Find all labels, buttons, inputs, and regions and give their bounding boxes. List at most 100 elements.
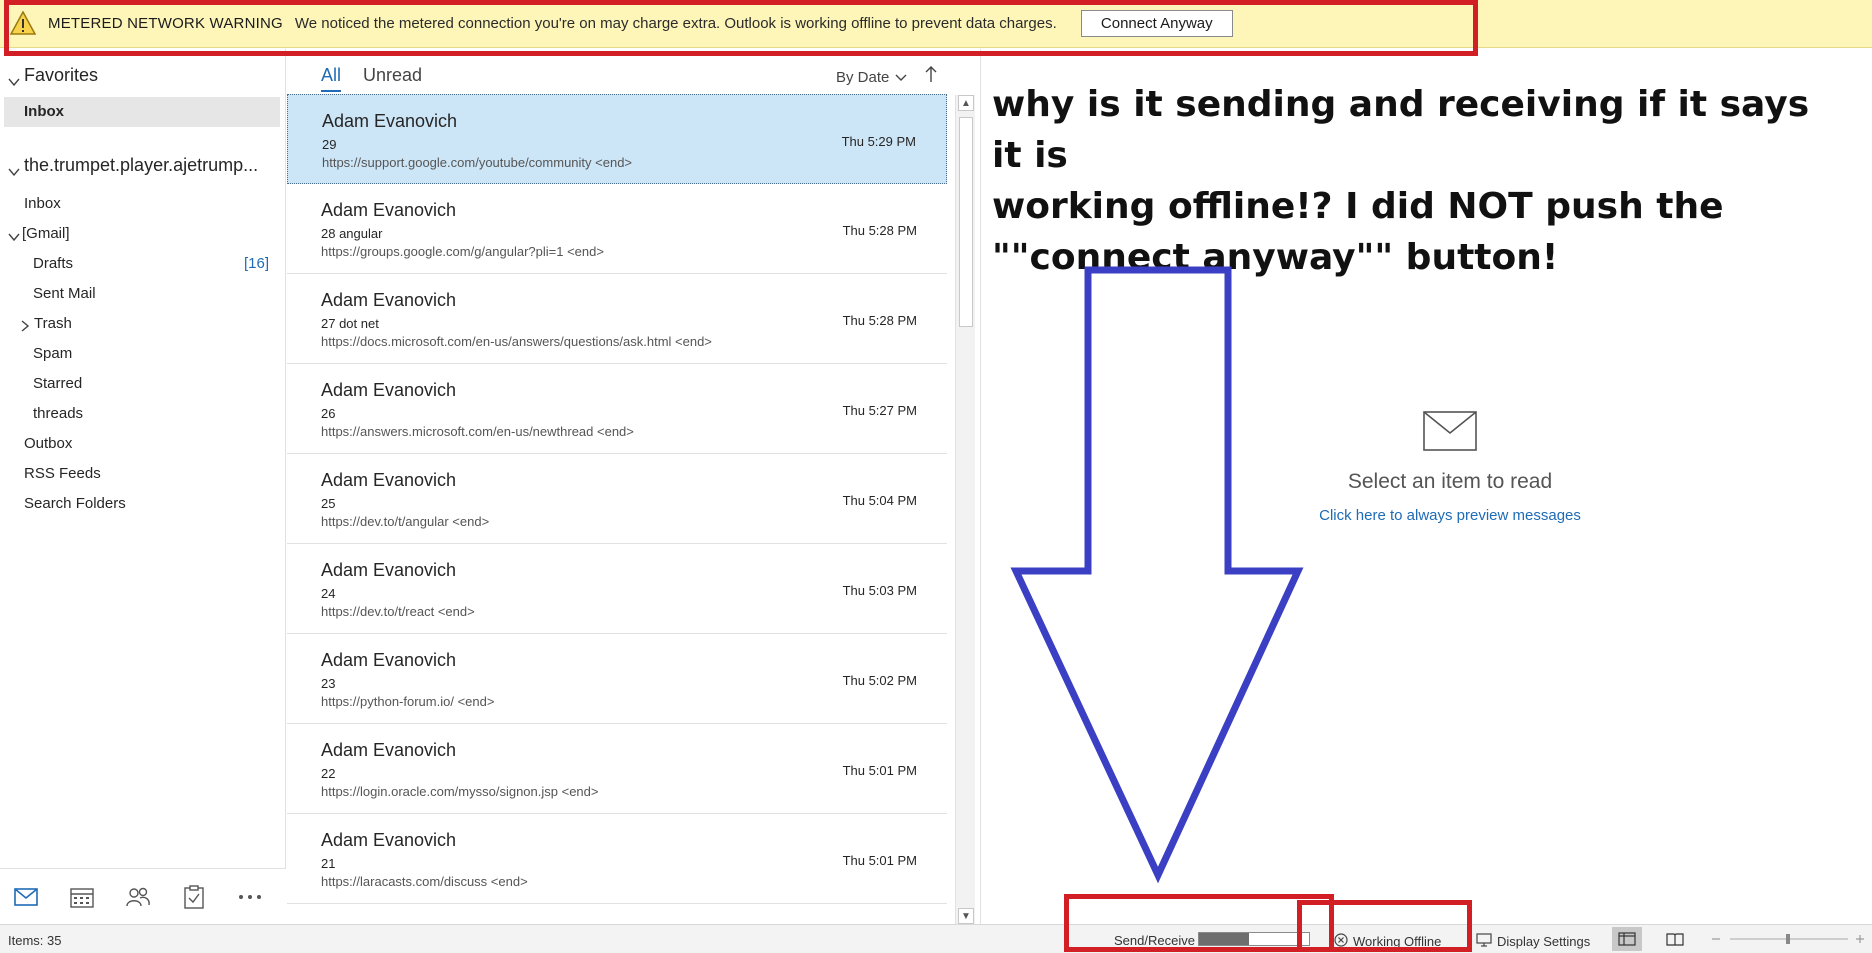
folder-gmail[interactable]: [Gmail] [8,225,70,242]
message-subject: 21 [321,856,336,871]
chevron-right-icon [20,319,30,332]
message-preview: https://login.oracle.com/mysso/signon.js… [321,784,599,799]
message-subject: 24 [321,586,336,601]
monitor-settings-icon [1476,933,1492,950]
zoom-slider[interactable] [1708,931,1868,947]
folder-search-folders[interactable]: Search Folders [24,495,126,512]
account-header[interactable]: the.trumpet.player.ajetrump... [8,155,278,176]
annotation-line: why is it sending and receiving if it sa… [992,84,1810,176]
folder-gmail-label: [Gmail] [22,225,70,242]
message-preview: https://dev.to/t/react <end> [321,604,475,619]
folder-trash-label: Trash [34,315,72,332]
folder-sent-mail[interactable]: Sent Mail [33,285,96,302]
message-row[interactable]: Adam Evanovich 23 https://python-forum.i… [287,634,947,724]
reading-view-icon[interactable] [1660,927,1690,951]
envelope-icon [1423,411,1477,451]
status-bar: Items: 35 Send/Receive Working Offline D… [0,924,1872,953]
message-row[interactable]: Adam Evanovich 28 angular https://groups… [287,184,947,274]
message-subject: 22 [321,766,336,781]
always-preview-link[interactable]: Click here to always preview messages [1282,507,1618,524]
sort-by-dropdown[interactable]: By Date [836,69,907,86]
folder-trash[interactable]: Trash [20,315,72,332]
display-settings-label: Display Settings [1497,934,1591,949]
normal-view-icon[interactable] [1612,927,1642,951]
message-sender: Adam Evanovich [321,290,457,310]
message-subject: 25 [321,496,336,511]
folder-outbox[interactable]: Outbox [24,435,72,452]
scroll-down-arrow-icon[interactable]: ▼ [958,908,974,924]
filter-tabs: All Unread [321,65,422,92]
message-sender: Adam Evanovich [321,740,457,760]
message-time: Thu 5:01 PM [842,763,917,778]
message-preview: https://groups.google.com/g/angular?pli=… [321,244,604,259]
red-highlight-box-working-offline [1297,900,1472,952]
message-time: Thu 5:28 PM [842,313,917,328]
message-sender: Adam Evanovich [321,470,457,490]
message-preview: https://laracasts.com/discuss <end> [321,874,528,889]
display-settings-button[interactable]: Display Settings [1476,933,1590,950]
folder-rss-feeds[interactable]: RSS Feeds [24,465,101,482]
tab-unread[interactable]: Unread [363,65,422,92]
module-nav-bar [0,868,286,924]
folder-pane: Favorites Inbox the.trumpet.player.ajetr… [0,49,286,869]
calendar-icon[interactable] [68,883,96,911]
favorites-header[interactable]: Favorites [8,65,98,86]
message-time: Thu 5:01 PM [842,853,917,868]
message-row[interactable]: Adam Evanovich 22 https://login.oracle.c… [287,724,947,814]
red-highlight-box-warning [4,0,1478,56]
message-preview: https://support.google.com/youtube/commu… [322,155,633,170]
scroll-thumb[interactable] [959,117,973,327]
blue-down-arrow-annotation [1010,266,1304,884]
message-subject: 26 [321,406,336,421]
message-sender: Adam Evanovich [321,380,457,400]
select-item-message: Select an item to read [1347,470,1553,493]
message-row[interactable]: Adam Evanovich 21 https://laracasts.com/… [287,814,947,904]
folder-inbox[interactable]: Inbox [24,195,61,212]
message-row[interactable]: Adam Evanovich 29 https://support.google… [287,94,947,184]
favorites-inbox[interactable]: Inbox [4,97,280,127]
message-preview: https://answers.microsoft.com/en-us/newt… [321,424,634,439]
people-icon[interactable] [124,883,152,911]
annotation-line: working offline!? I did NOT push the [992,186,1724,227]
message-list-scrollbar[interactable]: ▲ ▼ [955,95,975,924]
folder-drafts-label: Drafts [33,255,74,272]
sort-direction-arrow-icon[interactable] [925,65,937,88]
scroll-up-arrow-icon[interactable]: ▲ [958,95,974,111]
chevron-down-icon [8,71,20,86]
folder-threads[interactable]: threads [33,405,83,422]
mail-icon[interactable] [12,883,40,911]
chevron-down-icon [895,69,907,86]
message-row[interactable]: Adam Evanovich 26 https://answers.micros… [287,364,947,454]
message-list-pane: All Unread By Date Adam Evanovich 29 htt… [287,49,981,924]
message-time: Thu 5:04 PM [842,493,917,508]
message-subject: 28 angular [321,226,383,241]
message-list: Adam Evanovich 29 https://support.google… [287,94,947,924]
message-time: Thu 5:03 PM [842,583,917,598]
message-sender: Adam Evanovich [321,650,457,670]
message-sender: Adam Evanovich [322,111,458,131]
chevron-down-icon [8,229,20,241]
chevron-down-icon [8,161,20,176]
folder-spam[interactable]: Spam [33,345,72,362]
tab-all[interactable]: All [321,65,342,92]
account-name: the.trumpet.player.ajetrump... [24,155,259,175]
favorites-label: Favorites [24,65,99,85]
message-preview: https://dev.to/t/angular <end> [321,514,490,529]
message-subject: 27 dot net [321,316,379,331]
folder-starred[interactable]: Starred [33,375,82,392]
message-row[interactable]: Adam Evanovich 27 dot net https://docs.m… [287,274,947,364]
items-count: Items: 35 [8,933,62,948]
more-options-icon[interactable] [236,883,264,911]
folder-drafts[interactable]: Drafts [16] [33,255,269,272]
message-subject: 29 [322,137,337,152]
message-row[interactable]: Adam Evanovich 25 https://dev.to/t/angul… [287,454,947,544]
message-time: Thu 5:27 PM [842,403,917,418]
message-sender: Adam Evanovich [321,830,457,850]
drafts-count-badge: [16] [243,255,269,272]
tasks-icon[interactable] [180,883,208,911]
message-preview: https://docs.microsoft.com/en-us/answers… [321,334,712,349]
message-row[interactable]: Adam Evanovich 24 https://dev.to/t/react… [287,544,947,634]
message-preview: https://python-forum.io/ <end> [321,694,495,709]
outlook-window: METERED NETWORK WARNING We noticed the m… [0,0,1872,953]
sort-label: By Date [836,69,890,86]
